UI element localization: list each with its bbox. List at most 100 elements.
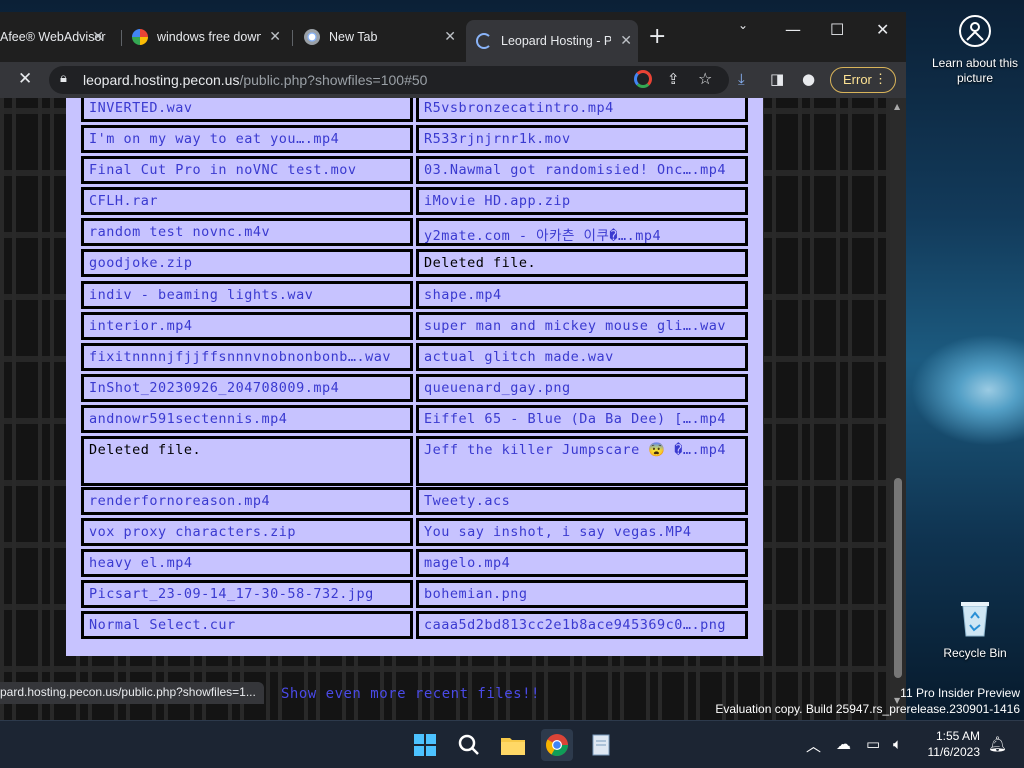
file-link[interactable]: CFLH.rar bbox=[81, 187, 413, 215]
tab-title: New Tab bbox=[329, 30, 378, 44]
start-button[interactable] bbox=[409, 729, 441, 761]
file-link[interactable]: fixitnnnnjfjjffsnnnvnobnonbonb….wav bbox=[81, 343, 413, 371]
tab-title: Leopard Hosting - Pecon bbox=[501, 34, 611, 48]
tab-strip: Afee® WebAdvisor ✕ windows free download… bbox=[0, 12, 906, 62]
error-button[interactable]: Error ⋮ bbox=[830, 67, 896, 93]
file-link[interactable]: R5vsbronzecatintro.mp4 bbox=[416, 98, 748, 122]
tab-separator bbox=[292, 30, 293, 46]
file-link[interactable]: caaa5d2bd813cc2e1b8ace945369c0….png bbox=[416, 611, 748, 639]
watermark-build: Evaluation copy. Build 25947.rs_prerelea… bbox=[715, 702, 1020, 716]
file-link[interactable]: shape.mp4 bbox=[416, 281, 748, 309]
file-link[interactable]: queuenard_gay.png bbox=[416, 374, 748, 402]
address-toolbar: ✕ 🔒︎ leopard.hosting.pecon.us/public.php… bbox=[0, 62, 906, 98]
network-icon[interactable]: ▭ bbox=[866, 735, 880, 753]
file-link[interactable]: Tweety.acs bbox=[416, 487, 748, 515]
close-icon[interactable]: ✕ bbox=[269, 28, 281, 45]
volume-icon[interactable]: 🔈︎ bbox=[893, 735, 902, 753]
recycle-bin-icon[interactable]: Recycle Bin bbox=[930, 598, 1020, 661]
chrome-taskbar-button[interactable] bbox=[541, 729, 573, 761]
loading-spinner-icon bbox=[476, 33, 492, 49]
watermark-edition: 11 Pro Insider Preview bbox=[900, 686, 1020, 700]
search-icon bbox=[458, 734, 479, 755]
address-bar-url[interactable]: leopard.hosting.pecon.us/public.php?show… bbox=[83, 72, 427, 88]
learn-about-picture-label: Learn about this picture bbox=[931, 56, 1019, 85]
tab-leopard-hosting[interactable]: Leopard Hosting - Pecon ✕ bbox=[466, 20, 638, 62]
tab-separator bbox=[121, 30, 122, 46]
file-link[interactable]: actual glitch made.wav bbox=[416, 343, 748, 371]
close-window-icon[interactable]: ✕ bbox=[876, 20, 889, 39]
close-icon[interactable]: ✕ bbox=[620, 32, 632, 49]
file-link[interactable]: magelo.mp4 bbox=[416, 549, 748, 577]
tab-search-chevron-icon[interactable]: ⌄ bbox=[738, 18, 748, 32]
close-icon[interactable]: ✕ bbox=[92, 28, 104, 45]
show-hidden-icons-chevron-icon[interactable]: ︿ bbox=[806, 735, 821, 756]
error-label: Error bbox=[843, 72, 872, 87]
learn-about-picture-icon[interactable]: Learn about this picture bbox=[930, 14, 1020, 86]
deleted-file-cell: Deleted file. bbox=[416, 249, 748, 277]
minimize-icon[interactable]: — bbox=[785, 20, 801, 39]
close-icon[interactable]: ✕ bbox=[444, 28, 456, 45]
file-link[interactable]: Final Cut Pro in noVNC test.mov bbox=[81, 156, 413, 184]
google-icon bbox=[132, 29, 148, 45]
chrome-window: Afee® WebAdvisor ✕ windows free download… bbox=[0, 12, 906, 720]
camera-icon bbox=[930, 14, 1020, 52]
scroll-thumb[interactable] bbox=[894, 478, 902, 678]
file-link[interactable]: R533rjnjrnr1k.mov bbox=[416, 125, 748, 153]
file-link[interactable]: super man and mickey mouse gli….wav bbox=[416, 312, 748, 340]
file-link[interactable]: goodjoke.zip bbox=[81, 249, 413, 277]
file-link[interactable]: andnowr591sectennis.mp4 bbox=[81, 405, 413, 433]
tab-title: windows free download bbox=[157, 30, 261, 44]
deleted-file-cell: Deleted file. bbox=[81, 436, 413, 486]
share-icon[interactable]: ⇪ bbox=[667, 70, 680, 88]
file-link[interactable]: bohemian.png bbox=[416, 580, 748, 608]
file-link[interactable]: INVERTED.wav bbox=[81, 98, 413, 122]
file-link[interactable]: 03.Nawmal got randomisied! Onc….mp4 bbox=[416, 156, 748, 184]
search-button[interactable] bbox=[453, 729, 485, 761]
file-explorer-button[interactable] bbox=[497, 729, 529, 761]
side-panel-icon[interactable]: ◨ bbox=[770, 70, 784, 88]
file-link[interactable]: You say inshot, i say vegas.MP4 bbox=[416, 518, 748, 546]
file-link[interactable]: iMovie HD.app.zip bbox=[416, 187, 748, 215]
file-link[interactable]: Normal Select.cur bbox=[81, 611, 413, 639]
omnibox[interactable]: 🔒︎ leopard.hosting.pecon.us/public.php?s… bbox=[49, 66, 729, 94]
file-link[interactable]: I'm on my way to eat you….mp4 bbox=[81, 125, 413, 153]
bookmark-star-icon[interactable]: ☆ bbox=[698, 69, 712, 88]
file-link[interactable]: y2mate.com - 아카츤 이쿠�….mp4 bbox=[416, 218, 748, 246]
file-link[interactable]: Jeff the killer Jumpscare 😨 �….mp4 bbox=[416, 436, 748, 486]
link-status-bar: pard.hosting.pecon.us/public.php?showfil… bbox=[0, 682, 264, 704]
file-link[interactable]: vox proxy characters.zip bbox=[81, 518, 413, 546]
taskbar: ︿ ☁ ▭ 🔈︎ 1:55 AM 11/6/2023 🔔︎ bbox=[0, 720, 1024, 768]
onedrive-icon[interactable]: ☁ bbox=[836, 735, 851, 753]
show-more-files-link[interactable]: Show even more recent files!! bbox=[281, 686, 540, 702]
kebab-menu-icon[interactable]: ⋮ bbox=[874, 71, 887, 87]
url-host: leopard.hosting.pecon.us bbox=[83, 72, 240, 88]
app-taskbar-button[interactable] bbox=[585, 729, 617, 761]
tab-new-tab[interactable]: New Tab ✕ bbox=[304, 22, 462, 52]
maximize-icon[interactable]: ☐ bbox=[830, 20, 844, 39]
file-link[interactable]: interior.mp4 bbox=[81, 312, 413, 340]
page-scrollbar[interactable]: ▲ ▼ bbox=[890, 98, 906, 720]
clock-date: 11/6/2023 bbox=[927, 745, 981, 759]
google-translate-icon[interactable] bbox=[634, 70, 652, 88]
scroll-up-arrow-icon[interactable]: ▲ bbox=[894, 102, 900, 111]
recycle-bin-label: Recycle Bin bbox=[943, 646, 1007, 660]
new-tab-plus-icon[interactable]: + bbox=[648, 26, 666, 48]
file-link[interactable]: renderfornoreason.mp4 bbox=[81, 487, 413, 515]
file-link[interactable]: Picsart_23-09-14_17-30-58-732.jpg bbox=[81, 580, 413, 608]
notepad-icon bbox=[592, 734, 610, 756]
file-link[interactable]: InShot_20230926_204708009.mp4 bbox=[81, 374, 413, 402]
notification-bell-icon[interactable]: 🔔︎ bbox=[988, 735, 1007, 753]
tab-webadvisor[interactable]: Afee® WebAdvisor ✕ bbox=[0, 22, 110, 52]
file-link[interactable]: heavy el.mp4 bbox=[81, 549, 413, 577]
taskbar-clock[interactable]: 1:55 AM 11/6/2023 bbox=[918, 728, 981, 760]
file-link[interactable]: indiv - beaming lights.wav bbox=[81, 281, 413, 309]
stop-loading-icon[interactable]: ✕ bbox=[18, 69, 32, 89]
lock-icon[interactable]: 🔒︎ bbox=[60, 71, 67, 86]
url-path: /public.php?showfiles=100#50 bbox=[239, 72, 428, 88]
file-link[interactable]: Eiffel 65 - Blue (Da Ba Dee) [….mp4 bbox=[416, 405, 748, 433]
download-icon[interactable]: ⤓ bbox=[738, 70, 745, 88]
profile-icon[interactable]: ● bbox=[802, 70, 815, 88]
file-link[interactable]: random test novnc.m4v bbox=[81, 218, 413, 246]
folder-icon bbox=[501, 738, 525, 755]
tab-windows-free-download[interactable]: windows free download ✕ bbox=[132, 22, 287, 52]
